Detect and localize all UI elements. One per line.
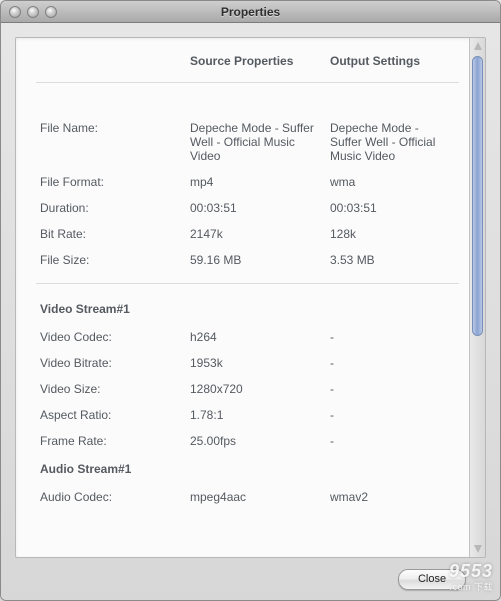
table-row: Duration: 00:03:51 00:03:51 (36, 195, 459, 221)
row-source: mp4 (186, 169, 326, 195)
header-row: Source Properties Output Settings (36, 52, 459, 72)
row-label: Bit Rate: (36, 221, 186, 247)
video-heading-row: Video Stream#1 (36, 294, 459, 324)
properties-panel: Source Properties Output Settings File N… (15, 37, 486, 558)
dialog-footer: Close (15, 558, 486, 600)
column-output: Output Settings (326, 52, 459, 72)
row-source: 25.00fps (186, 428, 326, 454)
close-icon[interactable] (9, 6, 21, 18)
row-output: - (326, 402, 459, 428)
row-label: Video Bitrate: (36, 350, 186, 376)
row-output: - (326, 428, 459, 454)
row-output: wma (326, 169, 459, 195)
titlebar: Properties (1, 1, 500, 23)
table-row: Video Codec: h264 - (36, 324, 459, 350)
table-row: File Name: Depeche Mode - Suffer Well - … (36, 115, 459, 169)
properties-scroll-content: Source Properties Output Settings File N… (16, 38, 469, 557)
video-stream-heading: Video Stream#1 (36, 294, 186, 324)
divider (36, 283, 459, 284)
properties-table: Source Properties Output Settings File N… (36, 52, 459, 510)
window-body: Source Properties Output Settings File N… (1, 23, 500, 600)
audio-stream-heading: Audio Stream#1 (36, 454, 186, 484)
row-source: 2147k (186, 221, 326, 247)
table-row: Frame Rate: 25.00fps - (36, 428, 459, 454)
row-output: 128k (326, 221, 459, 247)
minimize-icon[interactable] (27, 6, 39, 18)
traffic-lights (1, 6, 57, 18)
row-output: - (326, 324, 459, 350)
row-source: 59.16 MB (186, 247, 326, 273)
row-output: - (326, 350, 459, 376)
row-source: 1280x720 (186, 376, 326, 402)
audio-heading-row: Audio Stream#1 (36, 454, 459, 484)
vertical-scrollbar[interactable] (469, 38, 485, 557)
table-row: Aspect Ratio: 1.78:1 - (36, 402, 459, 428)
row-label: File Name: (36, 115, 186, 169)
row-source: mpeg4aac (186, 484, 326, 510)
row-output: 3.53 MB (326, 247, 459, 273)
table-row: Video Size: 1280x720 - (36, 376, 459, 402)
row-label: Audio Codec: (36, 484, 186, 510)
row-label: Video Codec: (36, 324, 186, 350)
window-title: Properties (1, 5, 500, 19)
close-button[interactable]: Close (398, 569, 466, 590)
table-row: File Format: mp4 wma (36, 169, 459, 195)
table-row: File Size: 59.16 MB 3.53 MB (36, 247, 459, 273)
row-label: Aspect Ratio: (36, 402, 186, 428)
row-label: Frame Rate: (36, 428, 186, 454)
row-source: Depeche Mode - Suffer Well - Official Mu… (186, 115, 326, 169)
row-output: 00:03:51 (326, 195, 459, 221)
row-source: h264 (186, 324, 326, 350)
table-row: Bit Rate: 2147k 128k (36, 221, 459, 247)
row-output: - (326, 376, 459, 402)
table-row: Video Bitrate: 1953k - (36, 350, 459, 376)
row-label: Video Size: (36, 376, 186, 402)
row-output: wmav2 (326, 484, 459, 510)
row-label: File Format: (36, 169, 186, 195)
row-label: File Size: (36, 247, 186, 273)
row-source: 00:03:51 (186, 195, 326, 221)
scrollbar-thumb[interactable] (472, 56, 483, 336)
row-output: Depeche Mode - Suffer Well - Official Mu… (326, 115, 459, 169)
row-label: Duration: (36, 195, 186, 221)
table-row: Audio Codec: mpeg4aac wmav2 (36, 484, 459, 510)
row-source: 1.78:1 (186, 402, 326, 428)
properties-window: Properties Source Properties Output Sett… (0, 0, 501, 601)
divider (36, 82, 459, 83)
zoom-icon[interactable] (45, 6, 57, 18)
column-source: Source Properties (186, 52, 326, 72)
close-button-label: Close (418, 573, 446, 585)
row-source: 1953k (186, 350, 326, 376)
